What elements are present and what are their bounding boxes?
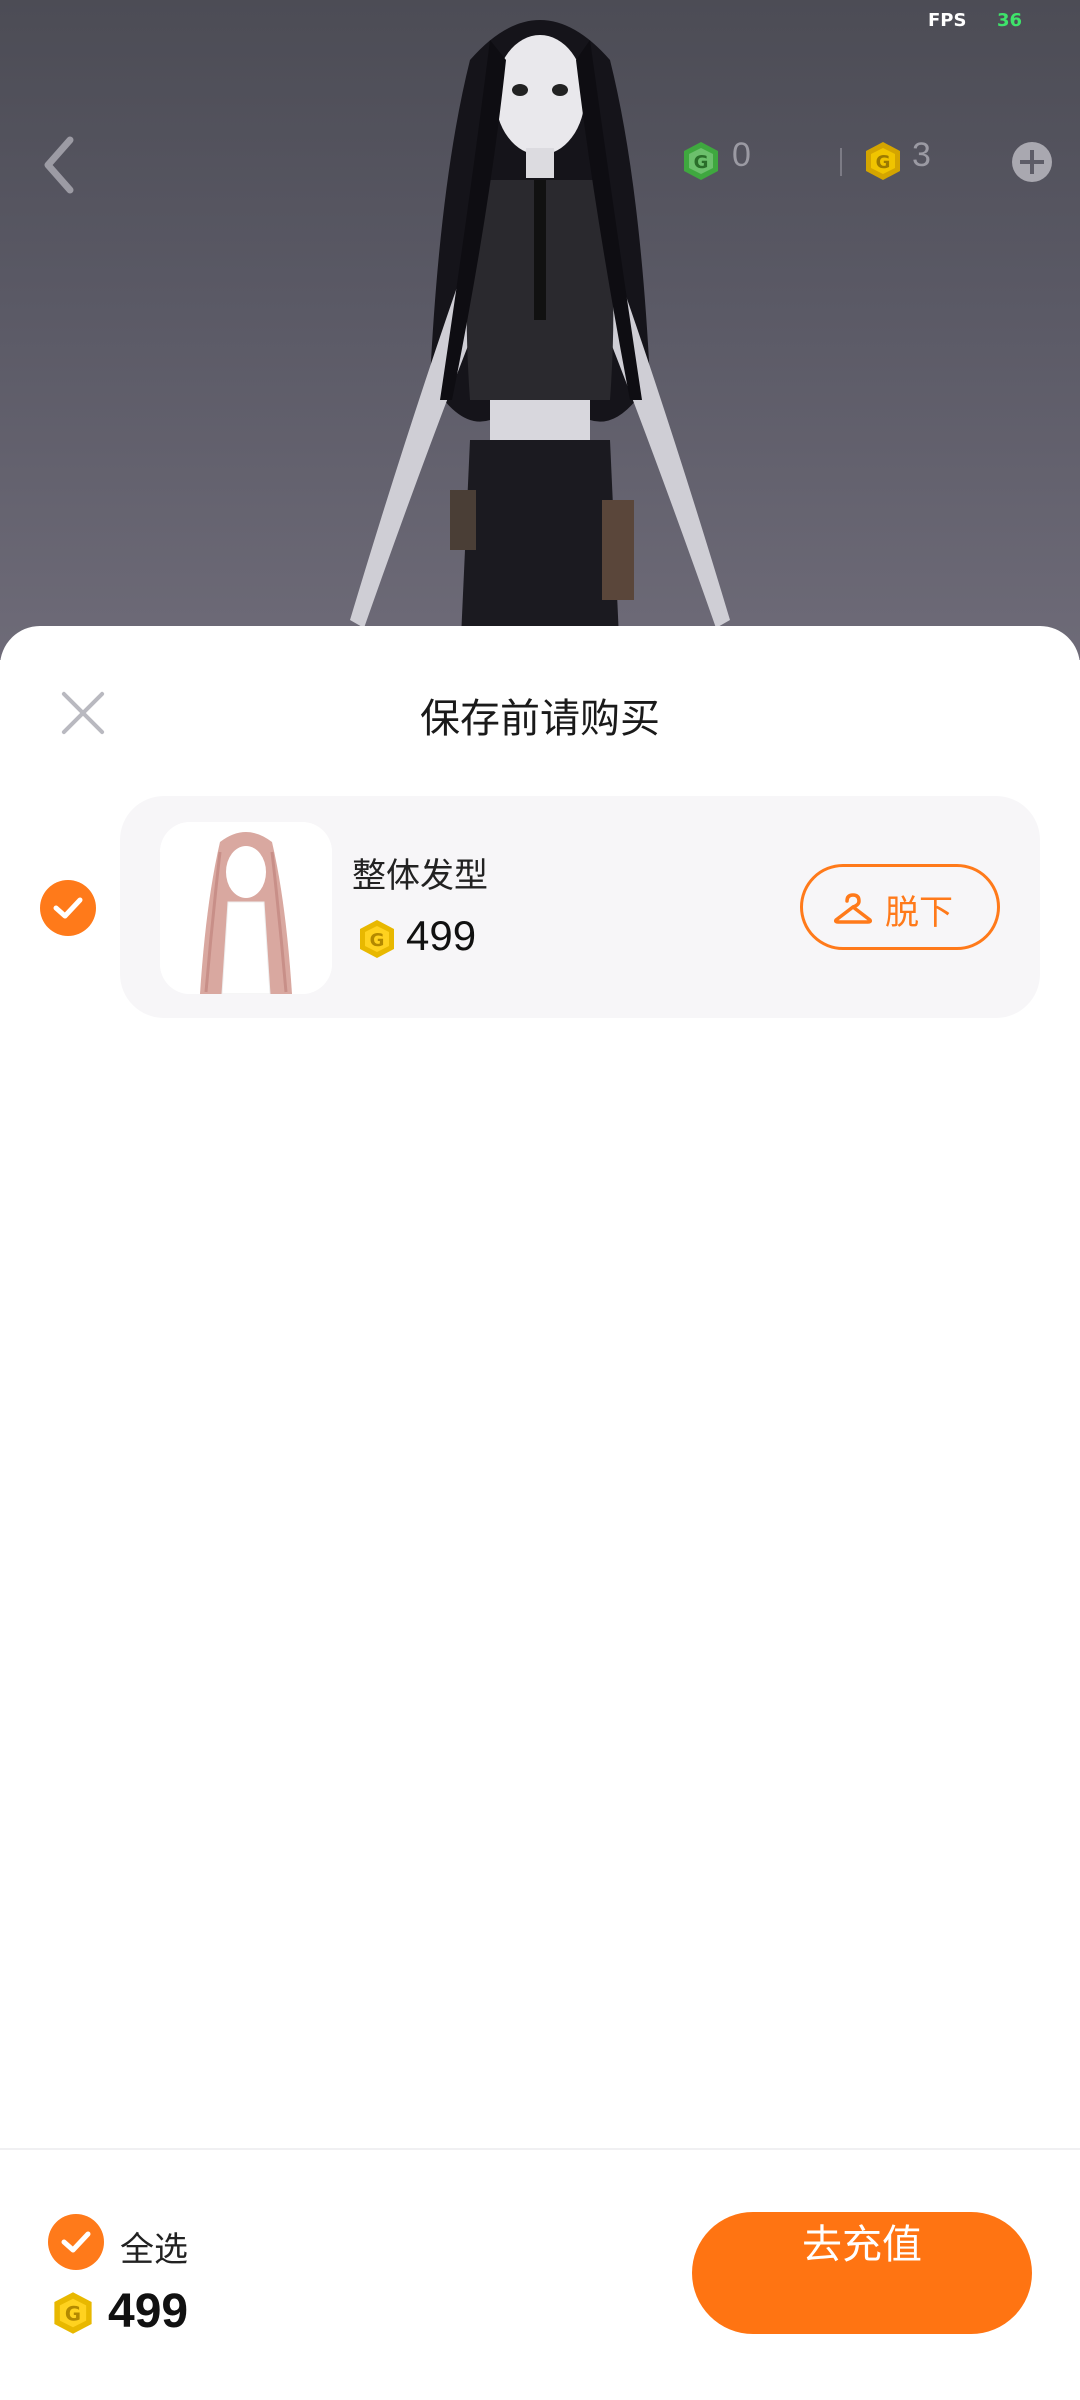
item-select-checkbox[interactable] xyxy=(40,880,96,936)
svg-text:G: G xyxy=(876,152,891,173)
gold-coin-icon: G xyxy=(862,140,904,182)
footer-divider xyxy=(0,2148,1080,2150)
recharge-label: 去充值 xyxy=(802,2222,922,2268)
item-name: 整体发型 xyxy=(352,856,488,896)
gold-coin-icon: G xyxy=(50,2290,96,2336)
check-icon xyxy=(53,897,83,919)
item-price: 499 xyxy=(406,912,477,959)
svg-text:G: G xyxy=(694,152,709,173)
currency-divider xyxy=(840,148,842,176)
item-thumbnail xyxy=(160,822,332,994)
take-off-button[interactable]: 脱下 xyxy=(800,864,1000,950)
gold-coin-icon: G xyxy=(356,918,398,960)
fps-label: FPS xyxy=(928,10,967,31)
avatar-scene: FPS 36 G 0 G 3 xyxy=(0,0,1080,660)
fps-value: 36 xyxy=(997,10,1023,31)
select-all-label: 全选 xyxy=(120,2230,188,2270)
svg-text:G: G xyxy=(370,930,385,951)
avatar-figure xyxy=(350,20,730,660)
gold-coin-balance: 3 xyxy=(912,136,931,174)
recharge-button[interactable]: 去充值 xyxy=(692,2212,1032,2334)
add-currency-button[interactable] xyxy=(1012,142,1052,182)
green-coin-icon: G xyxy=(680,140,722,182)
back-button[interactable] xyxy=(30,130,90,200)
take-off-label: 脱下 xyxy=(885,893,953,933)
select-all-checkbox[interactable] xyxy=(48,2214,104,2270)
total-price: 499 xyxy=(108,2285,189,2338)
hanger-icon xyxy=(834,893,872,924)
sheet-title: 保存前请购买 xyxy=(420,696,660,742)
green-coin-balance: 0 xyxy=(732,136,751,174)
chevron-left-icon xyxy=(44,136,74,194)
svg-text:G: G xyxy=(65,2303,81,2326)
check-icon xyxy=(61,2231,91,2253)
